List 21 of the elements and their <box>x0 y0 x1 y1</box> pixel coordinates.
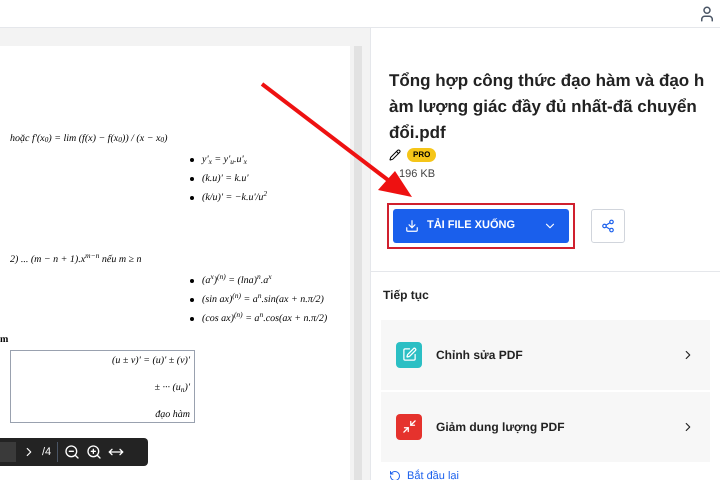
section-heading: m <box>0 332 8 346</box>
table-cell-text: đạo hàm <box>155 408 190 422</box>
page-total: /4 <box>42 444 52 460</box>
formula-text: 2) ... (m − n + 1).x$^{m−n}$ nếu m ≥ n <box>10 252 142 266</box>
download-button[interactable]: TẢI FILE XUỐNG <box>393 208 569 242</box>
formula-text: (cos ax)$^{(n)}$ = a$^{n}$.cos(ax + n.π/2) <box>202 311 328 326</box>
formula-text: (sin ax)$^{(n)}$ = a$^{n}$.sin(ax + n.π/2) <box>202 292 324 307</box>
formula-text: (a$^{x}$)$^{(n)}$ = (lna)$^{n}$.a$^{x}$ <box>202 273 272 288</box>
table-cell-text: (u ± v)' = (u)' ± (v)' <box>112 354 190 368</box>
table-cell-text: ± ··· (u$_{n}$)' <box>154 381 190 395</box>
restart-link[interactable]: Bắt đầu lại <box>389 468 710 480</box>
file-name: Tổng hợp công thức đạo hàm và đạo h àm lượng giác đầy đủ nhất-đã chuyển đổi.pdf <box>389 70 706 144</box>
pro-badge: PRO <box>407 148 436 162</box>
file-size: 196 KB <box>398 167 436 182</box>
formula-text: hoặc f'(x$_{0}$) = lim (f(x) − f(x$_{0}$)) / (x − x$_{0}$) <box>10 132 168 146</box>
action-card[interactable]: Giảm dung lượng PDF <box>381 392 710 462</box>
section-title: Tiếp tục <box>382 286 430 304</box>
formula-text: (k.u)' = k.u' <box>202 172 249 186</box>
formula-text: y'$_{x}$ = y'$_{u}$.u'$_{x}$ <box>202 153 247 167</box>
formula-text: (k/u)' = −k.u'/u$^{2}$ <box>202 190 268 205</box>
action-card[interactable]: Chỉnh sửa PDF <box>381 320 710 390</box>
